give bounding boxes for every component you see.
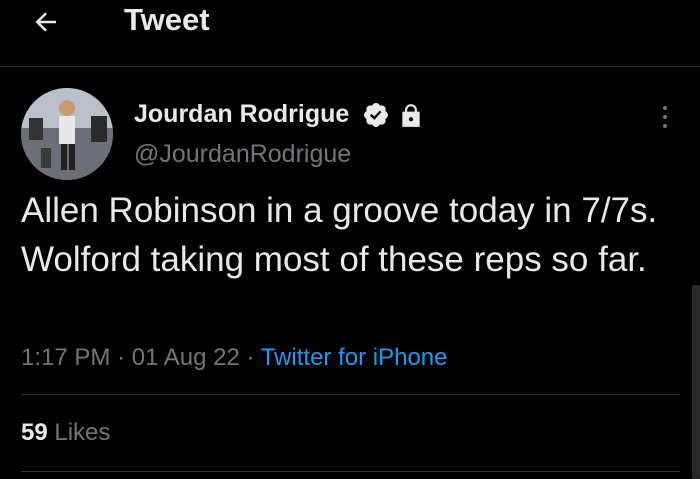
- avatar[interactable]: [21, 88, 113, 180]
- divider: [21, 471, 680, 472]
- likes-count: 59: [21, 419, 48, 446]
- scrollbar[interactable]: [692, 285, 700, 479]
- tweet-source-link[interactable]: Twitter for iPhone: [261, 344, 448, 371]
- verified-badge-icon: [364, 103, 388, 127]
- tweet-metadata: 1:17 PM · 01 Aug 22 · Twitter for iPhone: [21, 340, 448, 376]
- likes-link[interactable]: 59 Likes: [21, 416, 110, 450]
- meta-separator: ·: [117, 344, 126, 371]
- divider: [21, 394, 680, 395]
- more-dots-icon: [663, 106, 667, 110]
- more-options-button[interactable]: [650, 100, 680, 134]
- back-button[interactable]: [26, 4, 66, 40]
- arrow-left-icon: [35, 12, 56, 32]
- likes-label: Likes: [54, 419, 111, 446]
- top-bar: Tweet: [0, 0, 700, 67]
- tweet-text: Allen Robinson in a groove today in 7/7s…: [21, 191, 658, 279]
- tweet-date[interactable]: 01 Aug 22: [132, 344, 240, 371]
- page-title: Tweet: [124, 2, 210, 37]
- meta-separator: ·: [246, 344, 255, 371]
- author-handle[interactable]: @JourdanRodrigue: [134, 138, 351, 170]
- tweet-time[interactable]: 1:17 PM: [21, 344, 110, 371]
- lock-icon: [402, 104, 420, 127]
- author-display-name[interactable]: Jourdan Rodrigue: [134, 98, 349, 130]
